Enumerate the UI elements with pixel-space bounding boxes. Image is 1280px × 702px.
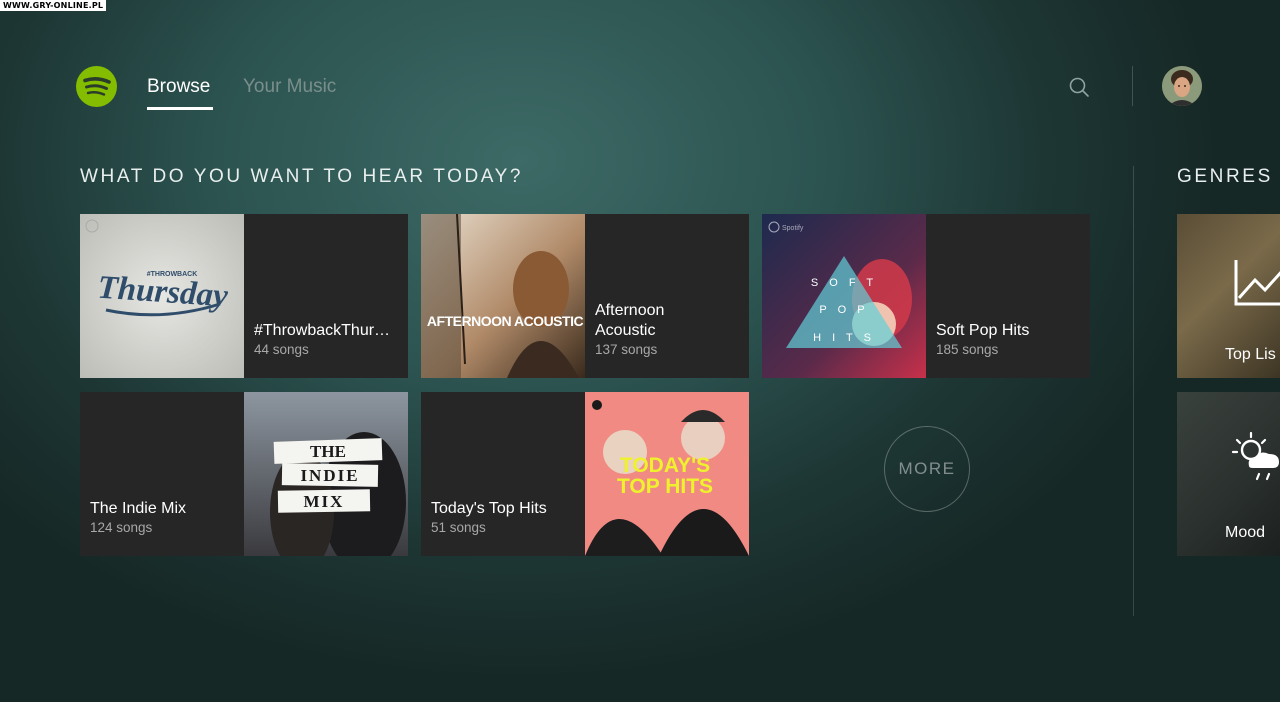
playlist-title: Today's Top Hits [431,500,547,517]
playlist-cover-indie-mix: THE INDIE MIX [244,392,408,556]
playlist-song-count: 137 songs [595,342,658,357]
playlist-card-throwback-thursday[interactable]: #THROWBACK Thursday #ThrowbackThur… 44 s… [80,214,408,378]
cover-text-afternoon-acoustic: AFTERNOON ACOUSTIC [427,313,584,329]
cover-text-mix: MIX [304,492,345,511]
genre-label-top-lists: Top Lis [1225,346,1276,363]
playlist-card-todays-top-hits[interactable]: TODAY'S TOP HITS Today's Top Hits 51 son… [421,392,749,556]
cover-text-hits: H I T S [813,332,875,344]
playlist-title: Soft Pop Hits [936,322,1030,339]
search-icon[interactable] [1068,76,1090,98]
section-divider [1133,166,1134,616]
chart-up-icon [1233,258,1280,313]
playlist-card-soft-pop-hits[interactable]: Spotify S O F T P O P H I T S Soft Pop H… [762,214,1090,378]
playlist-title: #ThrowbackThur… [254,322,391,339]
genre-label-mood: Mood [1225,524,1266,541]
cover-text-top-hits: TOP HITS [617,475,713,498]
genre-tile-mood[interactable]: Mood [1177,392,1280,556]
playlist-title: The Indie Mix [90,500,187,517]
cover-text-pop: P O P [819,304,868,316]
playlist-song-count: 44 songs [254,342,309,357]
playlist-cover-soft-pop-hits: Spotify S O F T P O P H I T S [762,214,926,378]
cover-text-indie: INDIE [300,466,359,485]
more-button[interactable]: MORE [884,426,970,512]
playlist-card-the-indie-mix[interactable]: THE INDIE MIX The Indie Mix 124 songs [80,392,408,556]
playlist-title: Afternoon Acoustic [595,302,665,339]
active-tab-underline [147,107,213,110]
cover-text-todays: TODAY'S [620,454,710,477]
section-title-hear-today: WHAT DO YOU WANT TO HEAR TODAY? [80,166,524,187]
playlist-card-afternoon-acoustic[interactable]: AFTERNOON ACOUSTIC Afternoon Acoustic 13… [421,214,749,378]
tab-browse-label: Browse [147,76,211,97]
playlist-cover-afternoon-acoustic: AFTERNOON ACOUSTIC [421,214,585,378]
playlist-cover-throwback: #THROWBACK Thursday [80,214,244,378]
tab-your-music[interactable]: Your Music [243,76,336,98]
user-avatar[interactable] [1162,66,1202,106]
playlist-song-count: 51 songs [431,520,486,535]
watermark: WWW.GRY-ONLINE.PL [0,0,107,11]
tab-your-music-label: Your Music [243,76,337,97]
weather-icon [1229,430,1280,489]
playlist-song-count: 124 songs [90,520,153,535]
header-divider [1132,66,1133,106]
playlist-cover-todays-top-hits: TODAY'S TOP HITS [585,392,749,556]
cover-text-spotify: Spotify [782,225,804,232]
spotify-logo-icon[interactable] [76,66,117,107]
tab-browse[interactable]: Browse [147,76,213,110]
cover-text-the: THE [310,442,346,461]
genre-tile-top-lists[interactable]: Top Lis [1177,214,1280,378]
playlist-song-count: 185 songs [936,342,999,357]
section-title-genres: GENRES & [1177,166,1280,187]
cover-text-soft: S O F T [811,277,877,289]
